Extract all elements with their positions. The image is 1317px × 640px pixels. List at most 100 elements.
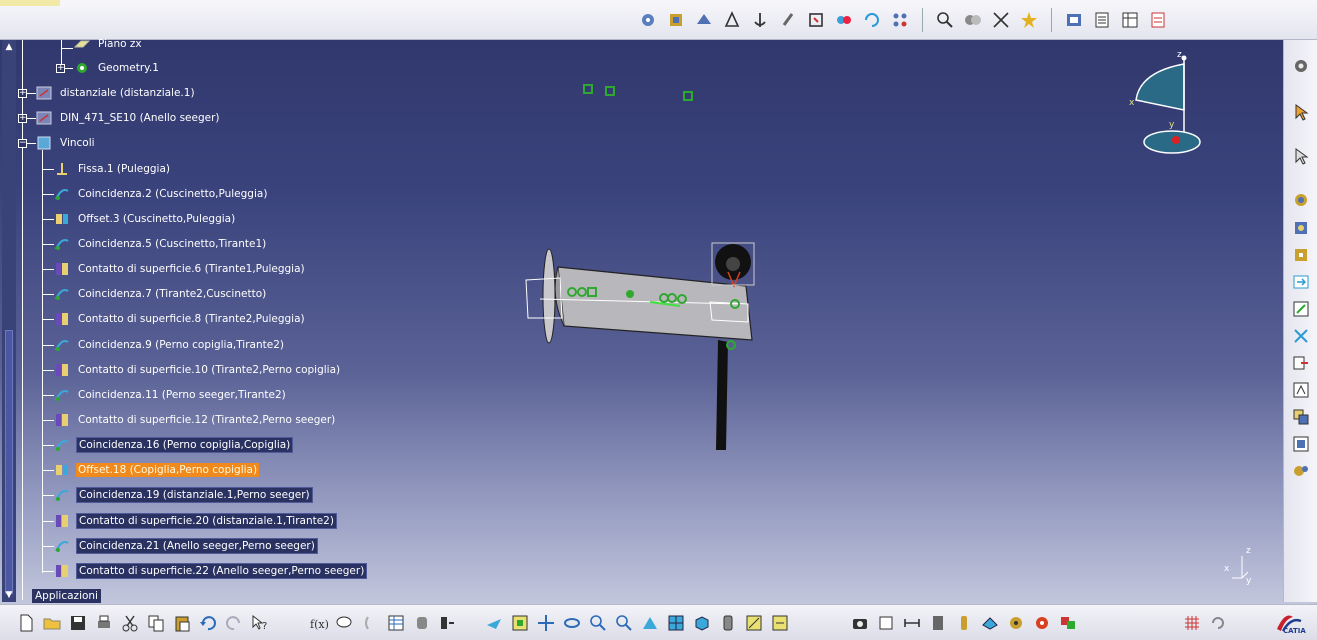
law-icon[interactable] — [410, 611, 434, 635]
tree-item-constraint[interactable]: Contatto di superficie.22 (Anello seeger… — [52, 561, 368, 581]
open-folder-icon[interactable] — [40, 611, 64, 635]
collapse-vincoli-toggle[interactable]: − — [18, 139, 27, 148]
expand-seeger-toggle[interactable]: + — [18, 114, 27, 123]
measure-item-icon[interactable] — [900, 611, 924, 635]
tree-item-constraint[interactable]: Contatto di superficie.12 (Tirante2,Pern… — [52, 410, 337, 430]
tree-item-constraint[interactable]: Coincidenza.2 (Cuscinetto,Puleggia) — [52, 184, 269, 204]
pan-icon[interactable] — [534, 611, 558, 635]
3d-viewport[interactable]: z x y z x y — [350, 40, 1282, 602]
hide-show-icon[interactable] — [742, 611, 766, 635]
new-file-icon[interactable] — [14, 611, 38, 635]
measure-inertia-icon[interactable] — [926, 611, 950, 635]
save-icon[interactable] — [66, 611, 90, 635]
view-mode-icon[interactable] — [978, 611, 1002, 635]
knowledge-inspector-icon[interactable] — [1056, 611, 1080, 635]
fast-multi-instantiation-icon[interactable] — [1289, 432, 1313, 456]
scroll-up-arrow-icon[interactable]: ▲ — [4, 42, 14, 52]
swap-icon[interactable] — [1206, 611, 1230, 635]
normal-view-icon[interactable] — [638, 611, 662, 635]
paste-icon[interactable] — [170, 611, 194, 635]
anchor-icon[interactable] — [748, 8, 772, 32]
report-icon[interactable] — [1146, 8, 1170, 32]
undo-icon[interactable] — [196, 611, 220, 635]
table-icon[interactable] — [1118, 8, 1142, 32]
measure-between-icon[interactable] — [874, 611, 898, 635]
sketch-tracer-icon[interactable] — [1030, 611, 1054, 635]
apply-material-icon[interactable] — [952, 611, 976, 635]
update-icon[interactable] — [860, 8, 884, 32]
settings-gears-icon[interactable] — [1289, 54, 1313, 78]
manipulate-icon[interactable] — [720, 8, 744, 32]
copy-icon[interactable] — [144, 611, 168, 635]
clip-icon[interactable] — [776, 8, 800, 32]
expand-geometry-toggle[interactable]: + — [56, 64, 65, 73]
tree-item-vincoli[interactable]: Vincoli — [34, 133, 97, 153]
tree-item-constraint-highlighted[interactable]: Offset.18 (Copiglia,Perno copiglia) — [52, 460, 260, 480]
replace-component-icon[interactable] — [1289, 270, 1313, 294]
tree-item-constraint[interactable]: Contatto di superficie.6 (Tirante1,Puleg… — [52, 259, 307, 279]
capture-icon[interactable] — [848, 611, 872, 635]
tree-item-constraint[interactable]: Contatto di superficie.10 (Tirante2,Pern… — [52, 360, 342, 380]
multi-instantiation-icon[interactable] — [1289, 405, 1313, 429]
tree-item-constraint[interactable]: Contatto di superficie.20 (distanziale.1… — [52, 511, 337, 531]
existing-component-icon[interactable] — [1289, 188, 1313, 212]
fit-all-icon[interactable] — [508, 611, 532, 635]
tree-item-distanziale[interactable]: distanziale (distanziale.1) — [34, 83, 197, 103]
snap-icon[interactable] — [636, 8, 660, 32]
fix-together-icon[interactable] — [804, 8, 828, 32]
manage-representations-icon[interactable] — [1289, 378, 1313, 402]
expand-distanziale-toggle[interactable]: + — [18, 89, 27, 98]
tree-scrollbar[interactable]: ▲ ▼ — [2, 40, 16, 602]
tree-item-piano-zx[interactable]: Piano zx — [72, 34, 144, 54]
bill-of-material-icon[interactable] — [1090, 8, 1114, 32]
tree-item-din471[interactable]: DIN_471_SE10 (Anello seeger) — [34, 108, 222, 128]
generate-numbering-icon[interactable] — [1289, 324, 1313, 348]
link-icon[interactable] — [358, 611, 382, 635]
catalog-browser-icon[interactable] — [1004, 611, 1028, 635]
clash-icon[interactable] — [961, 8, 985, 32]
tree-item-constraint[interactable]: Coincidenza.21 (Anello seeger,Perno seeg… — [52, 536, 318, 556]
selective-load-icon[interactable] — [1289, 351, 1313, 375]
multi-view-icon[interactable] — [664, 611, 688, 635]
tree-item-constraint[interactable]: Coincidenza.11 (Perno seeger,Tirante2) — [52, 385, 288, 405]
tree-item-constraint[interactable]: Coincidenza.19 (distanziale.1,Perno seeg… — [52, 485, 313, 505]
reuse-pattern-icon[interactable] — [888, 8, 912, 32]
redo-icon[interactable] — [222, 611, 246, 635]
whats-this-icon[interactable]: ? — [248, 611, 272, 635]
analysis-icon[interactable] — [933, 8, 957, 32]
design-table-icon[interactable] — [384, 611, 408, 635]
new-product-icon[interactable] — [1289, 216, 1313, 240]
scroll-thumb[interactable] — [5, 330, 13, 594]
applications-node[interactable]: Applicazioni — [32, 589, 101, 603]
swap-visible-space-icon[interactable] — [768, 611, 792, 635]
comment-icon[interactable] — [332, 611, 356, 635]
catalog-icon[interactable] — [1062, 8, 1086, 32]
new-part-icon[interactable] — [1289, 243, 1313, 267]
constraint-icon[interactable] — [832, 8, 856, 32]
select-tool-icon[interactable] — [1289, 144, 1313, 168]
measure-icon[interactable] — [989, 8, 1013, 32]
tree-item-constraint[interactable]: Offset.3 (Cuscinetto,Puleggia) — [52, 209, 237, 229]
tree-item-constraint[interactable]: Coincidenza.7 (Tirante2,Cuscinetto) — [52, 284, 268, 304]
grid-icon[interactable] — [1180, 611, 1204, 635]
scroll-down-arrow-icon[interactable]: ▼ — [4, 590, 14, 600]
iso-view-icon[interactable] — [690, 611, 714, 635]
graph-tree-reorder-icon[interactable] — [1289, 297, 1313, 321]
explode-icon[interactable] — [692, 8, 716, 32]
reuse-pattern-tool-icon[interactable] — [1289, 459, 1313, 483]
product-icon[interactable] — [664, 8, 688, 32]
tree-item-constraint[interactable]: Coincidenza.16 (Perno copiglia,Copiglia) — [52, 435, 294, 455]
zoom-out-icon[interactable] — [612, 611, 636, 635]
tree-item-constraint[interactable]: Fissa.1 (Puleggia) — [52, 159, 172, 179]
cut-icon[interactable] — [118, 611, 142, 635]
shading-icon[interactable] — [716, 611, 740, 635]
fly-mode-icon[interactable] — [482, 611, 506, 635]
formula-icon[interactable]: f(x) — [306, 611, 330, 635]
tree-item-constraint[interactable]: Coincidenza.5 (Cuscinetto,Tirante1) — [52, 234, 268, 254]
print-icon[interactable] — [92, 611, 116, 635]
tree-item-geometry[interactable]: Geometry.1 — [72, 58, 161, 78]
tree-item-constraint[interactable]: Coincidenza.9 (Perno copiglia,Tirante2) — [52, 335, 286, 355]
zoom-in-icon[interactable] — [586, 611, 610, 635]
spark-icon[interactable] — [1017, 8, 1041, 32]
options-icon[interactable] — [436, 611, 460, 635]
